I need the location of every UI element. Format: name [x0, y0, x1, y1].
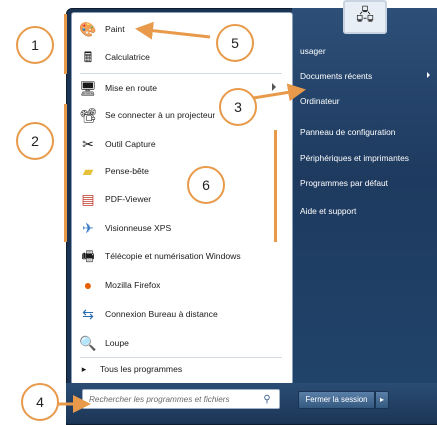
callout-6: 6 — [187, 166, 225, 204]
callout-1: 1 — [16, 26, 54, 64]
arrow-to-documents — [252, 83, 306, 102]
callout-4: 4 — [21, 383, 59, 421]
callout-2: 2 — [16, 122, 54, 160]
callout-3: 3 — [219, 88, 257, 126]
arrow-to-paint — [135, 21, 211, 40]
callout-5: 5 — [216, 24, 254, 62]
annotation-arrows — [56, 21, 306, 413]
